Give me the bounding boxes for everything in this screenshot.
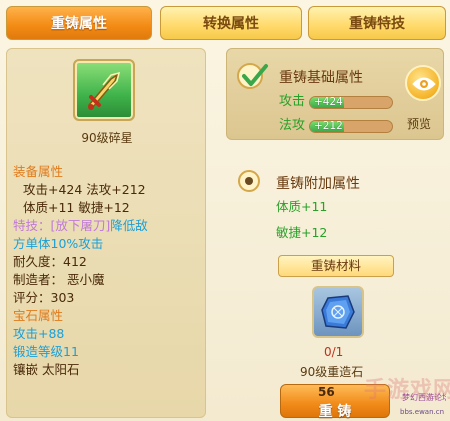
radio-dot	[245, 177, 253, 185]
blue-stone-icon	[321, 295, 355, 329]
base-magic-label: 法攻	[279, 118, 306, 133]
inlay-line: 镶嵌 太阳石	[13, 362, 80, 377]
base-attack-value: +424	[314, 96, 343, 108]
recast-window: 重铸属性 转换属性 重铸特技 90级碎星 装备属性 攻击+424 法攻+212 …	[0, 0, 450, 421]
sword-icon	[87, 71, 121, 110]
watermark-site: bbs.ewan.cn	[400, 408, 445, 416]
weapon-name: 90级碎星	[81, 131, 133, 145]
tab-recast-attributes[interactable]: 重铸属性	[6, 6, 152, 40]
base-attack-row: 攻击 +424	[279, 93, 397, 111]
preview-label: 预览	[407, 117, 432, 131]
extra-attr-line-2: 敏捷+12	[276, 225, 328, 240]
weapon-slot[interactable]	[73, 59, 135, 121]
equipment-info-panel: 90级碎星 装备属性 攻击+424 法攻+212 体质+11 敏捷+12 特技：…	[6, 48, 206, 418]
special-suffix: 降低敌	[110, 218, 148, 233]
recast-material-button[interactable]: 重铸材料	[278, 255, 394, 277]
special-skill-line: 特技：[放下屠刀]降低敌	[13, 217, 205, 235]
eye-icon	[412, 77, 436, 91]
special-skill-name[interactable]: [放下屠刀]	[51, 218, 111, 233]
base-magic-value: +212	[314, 120, 343, 132]
base-attack-label: 攻击	[279, 94, 306, 109]
maker: 制造者： 恶小魔	[13, 272, 105, 287]
equip-stats-heading: 装备属性	[13, 164, 64, 179]
durability: 耐久度：412	[13, 254, 87, 269]
tab-recast-skill[interactable]: 重铸特技	[308, 6, 446, 40]
special-skill-line-2: 方单体10%攻击	[13, 236, 104, 251]
tab-bar: 重铸属性 转换属性 重铸特技	[6, 6, 446, 40]
base-recast-checkbox[interactable]	[237, 63, 268, 89]
score: 评分：303	[13, 290, 75, 305]
base-attack-bar: +424	[309, 96, 393, 109]
equipment-stats: 装备属性 攻击+424 法攻+212 体质+11 敏捷+12 特技：[放下屠刀]…	[13, 163, 205, 379]
equip-stat-line-2: 体质+11 敏捷+12	[23, 200, 130, 215]
base-magic-bar: +212	[309, 120, 393, 133]
tab-convert-attributes[interactable]: 转换属性	[160, 6, 302, 40]
equip-stat-line-1: 攻击+424 法攻+212	[23, 182, 146, 197]
extra-recast-radio[interactable]	[238, 170, 260, 192]
forge-level: 锻造等级11	[13, 344, 79, 359]
gem-stats-heading: 宝石属性	[13, 308, 64, 323]
stone-name: 90级重造石	[300, 365, 364, 379]
stone-count: 0/1	[324, 345, 344, 359]
recast-cost: 56	[318, 385, 335, 399]
base-recast-panel: 重铸基础属性 攻击 +424 法攻 +212 预览	[226, 48, 444, 140]
preview-button[interactable]	[405, 65, 441, 101]
checkmark-icon	[242, 64, 268, 86]
extra-attr-line-1: 体质+11	[276, 199, 328, 214]
base-magic-row: 法攻 +212	[279, 117, 397, 135]
special-prefix: 特技：	[13, 218, 51, 233]
extra-recast-title: 重铸附加属性	[276, 176, 360, 192]
watermark-tag: 梦幻西游论坛	[402, 393, 446, 402]
gem-stat-line: 攻击+88	[13, 326, 65, 341]
recast-stone-slot[interactable]	[312, 286, 364, 338]
base-recast-title: 重铸基础属性	[279, 70, 363, 86]
